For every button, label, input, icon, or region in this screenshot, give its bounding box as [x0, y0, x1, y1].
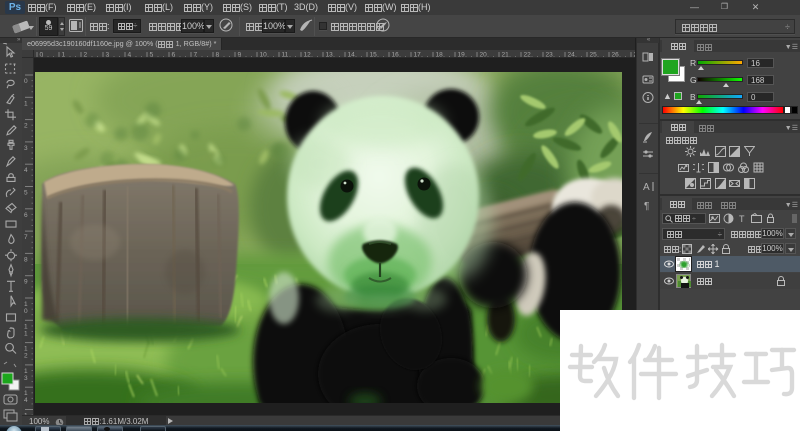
svg-text:4: 4: [24, 397, 28, 404]
svg-text:5: 5: [24, 190, 28, 197]
svg-text:8: 8: [24, 256, 28, 263]
svg-text:4: 4: [24, 167, 28, 174]
svg-text:0: 0: [24, 308, 28, 315]
svg-text:1: 1: [24, 368, 28, 375]
svg-text:1: 1: [24, 390, 28, 397]
svg-text:2: 2: [24, 123, 28, 130]
svg-text:0: 0: [24, 78, 28, 85]
svg-text:1: 1: [24, 100, 28, 107]
svg-text:A: A: [643, 182, 650, 193]
svg-text:9: 9: [24, 279, 28, 286]
svg-text:T: T: [739, 214, 745, 224]
svg-text:1: 1: [24, 301, 28, 308]
svg-text:3: 3: [24, 375, 28, 382]
svg-text:2: 2: [24, 353, 28, 360]
svg-text:7: 7: [24, 234, 28, 241]
svg-text:¶: ¶: [644, 201, 649, 212]
svg-text:1: 1: [24, 323, 28, 330]
svg-text:6: 6: [24, 212, 28, 219]
svg-text:1: 1: [24, 330, 28, 337]
svg-text:3: 3: [24, 145, 28, 152]
svg-text:1: 1: [24, 346, 28, 353]
